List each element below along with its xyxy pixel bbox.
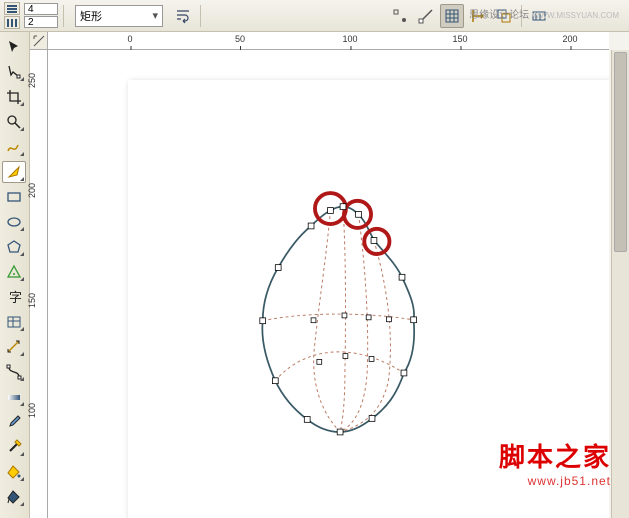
ruler-tick: 150 [27, 293, 37, 308]
toolbox: 字 [0, 32, 30, 518]
separator [200, 5, 201, 27]
rows-input[interactable] [24, 16, 58, 28]
ruler-tick: 150 [452, 34, 467, 44]
site-watermark: 脚本之家 www.jb51.net [499, 437, 611, 488]
ruler-tick: 0 [127, 34, 132, 44]
columns-input[interactable] [24, 3, 58, 15]
freehand-tool[interactable] [2, 136, 26, 158]
snap-grid-icon[interactable] [440, 4, 464, 28]
snap-edge-icon[interactable] [414, 4, 438, 28]
interactive-tool[interactable] [2, 386, 26, 408]
forum-url: WWW.MISSYUAN.COM [532, 11, 619, 20]
basic-shapes-tool[interactable] [2, 261, 26, 283]
ruler-tick: 100 [342, 34, 357, 44]
grid-rows-icon[interactable] [4, 2, 20, 15]
forum-watermark: 思缘设计论坛 WWW.MISSYUAN.COM [469, 6, 619, 21]
watermark-line1: 脚本之家 [499, 437, 611, 474]
shape-combo-label: 矩形 [80, 8, 102, 24]
zoom-tool[interactable] [2, 111, 26, 133]
grid-cols-icon[interactable] [4, 16, 20, 29]
separator [63, 5, 64, 27]
scrollbar-thumb[interactable] [614, 52, 627, 252]
vertical-scrollbar[interactable] [611, 50, 629, 518]
connector-tool[interactable] [2, 361, 26, 383]
forum-text: 思缘设计论坛 [469, 10, 529, 21]
outline-tool[interactable] [2, 436, 26, 458]
ruler-tick: 250 [27, 73, 37, 88]
svg-text:字: 字 [9, 290, 22, 305]
crop-tool[interactable] [2, 86, 26, 108]
snap-node-icon[interactable] [388, 4, 412, 28]
fill-tool[interactable] [2, 461, 26, 483]
ruler-tick: 200 [27, 183, 37, 198]
ruler-tick: 50 [235, 34, 245, 44]
options-toolbar: 矩形 思缘设计论坛 WWW.MISSYUAN.COM [0, 0, 629, 32]
wrap-text-icon[interactable] [171, 4, 195, 28]
text-tool[interactable]: 字 [2, 286, 26, 308]
shape-combo[interactable]: 矩形 [75, 5, 163, 27]
dimension-tool[interactable] [2, 336, 26, 358]
ellipse-tool[interactable] [2, 211, 26, 233]
ruler-tick: 200 [562, 34, 577, 44]
grid-preset-buttons [4, 2, 20, 29]
ruler-tick: 100 [27, 403, 37, 418]
rectangle-tool[interactable] [2, 186, 26, 208]
shape-tool[interactable] [2, 61, 26, 83]
vertical-ruler[interactable]: 250 200 150 100 [30, 50, 48, 518]
watermark-line2: www.jb51.net [499, 474, 611, 488]
pick-tool[interactable] [2, 36, 26, 58]
interactive-fill-tool[interactable] [2, 486, 26, 508]
table-tool[interactable] [2, 311, 26, 333]
eyedropper-tool[interactable] [2, 411, 26, 433]
ruler-origin[interactable] [30, 32, 48, 50]
polygon-tool[interactable] [2, 236, 26, 258]
smart-fill-tool[interactable] [2, 161, 26, 183]
edit-nodes[interactable] [260, 204, 417, 435]
horizontal-ruler[interactable]: 0 50 100 150 200 [48, 32, 609, 50]
